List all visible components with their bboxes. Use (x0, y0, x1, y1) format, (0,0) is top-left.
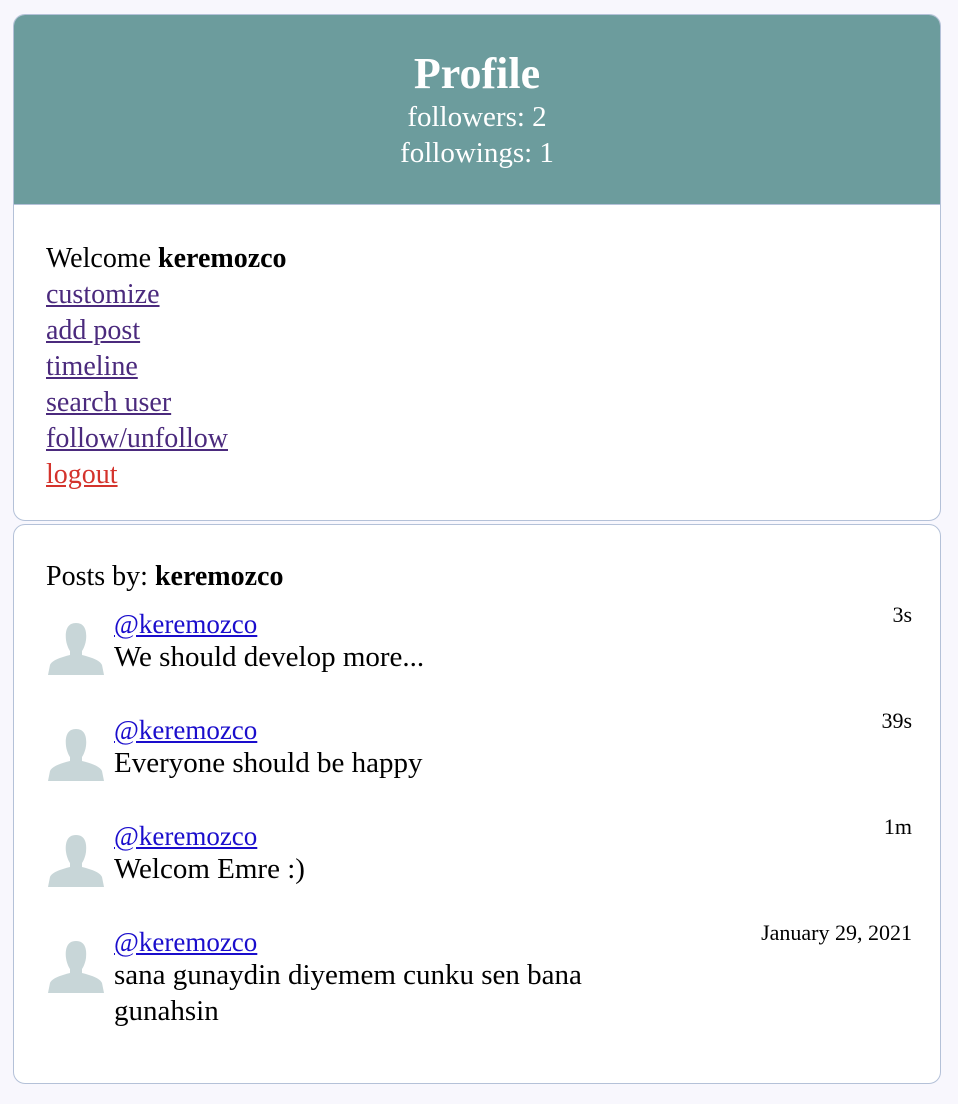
page-title: Profile (413, 49, 541, 98)
follow-unfollow-link[interactable]: follow/unfollow (46, 421, 228, 457)
user-avatar-icon (48, 835, 104, 887)
welcome-message: Welcome keremozco (46, 241, 940, 277)
profile-header: Profile followers: 2 followings: 1 (14, 15, 940, 205)
post-item: @keremozco We should develop more... 3s (46, 602, 912, 707)
timeline-link[interactable]: timeline (46, 349, 138, 385)
welcome-label: Welcome (46, 243, 159, 274)
post-timestamp: 39s (881, 708, 912, 733)
post-item: @keremozco sana gunaydin diyemem cunku s… (46, 920, 912, 1055)
user-avatar-icon (48, 941, 104, 993)
user-avatar-icon (48, 623, 104, 675)
profile-menu: Welcome keremozco customize add post tim… (14, 205, 940, 493)
post-author-link[interactable]: @keremozco (114, 607, 257, 641)
profile-card: Profile followers: 2 followings: 1 Welco… (13, 14, 941, 521)
followings-count: followings: 1 (400, 137, 554, 169)
post-text: sana gunaydin diyemem cunku sen bana gun… (114, 959, 582, 1027)
post-author-link[interactable]: @keremozco (114, 819, 257, 853)
post-item: @keremozco Everyone should be happy 39s (46, 708, 912, 813)
post-timestamp: 1m (883, 814, 912, 839)
posts-heading-username: keremozco (154, 561, 284, 592)
posts-heading-label: Posts by: (46, 561, 155, 592)
post-item: @keremozco Welcom Emre :) 1m (46, 814, 912, 919)
post-author-link[interactable]: @keremozco (114, 713, 257, 747)
logout-link[interactable]: logout (46, 457, 118, 493)
post-timestamp: 3s (892, 602, 912, 627)
user-avatar-icon (48, 729, 104, 781)
posts-heading: Posts by: keremozco (46, 559, 283, 595)
post-text: We should develop more... (114, 641, 425, 673)
followers-count: followers: 2 (407, 101, 547, 133)
add-post-link[interactable]: add post (46, 313, 140, 349)
search-user-link[interactable]: search user (46, 385, 171, 421)
post-author-link[interactable]: @keremozco (114, 925, 257, 959)
post-timestamp: January 29, 2021 (761, 920, 912, 945)
post-text: Everyone should be happy (114, 747, 423, 779)
post-text: Welcom Emre :) (114, 853, 305, 885)
welcome-username: keremozco (158, 243, 287, 274)
posts-card: Posts by: keremozco @keremozco We should… (13, 524, 941, 1084)
customize-link[interactable]: customize (46, 277, 160, 313)
